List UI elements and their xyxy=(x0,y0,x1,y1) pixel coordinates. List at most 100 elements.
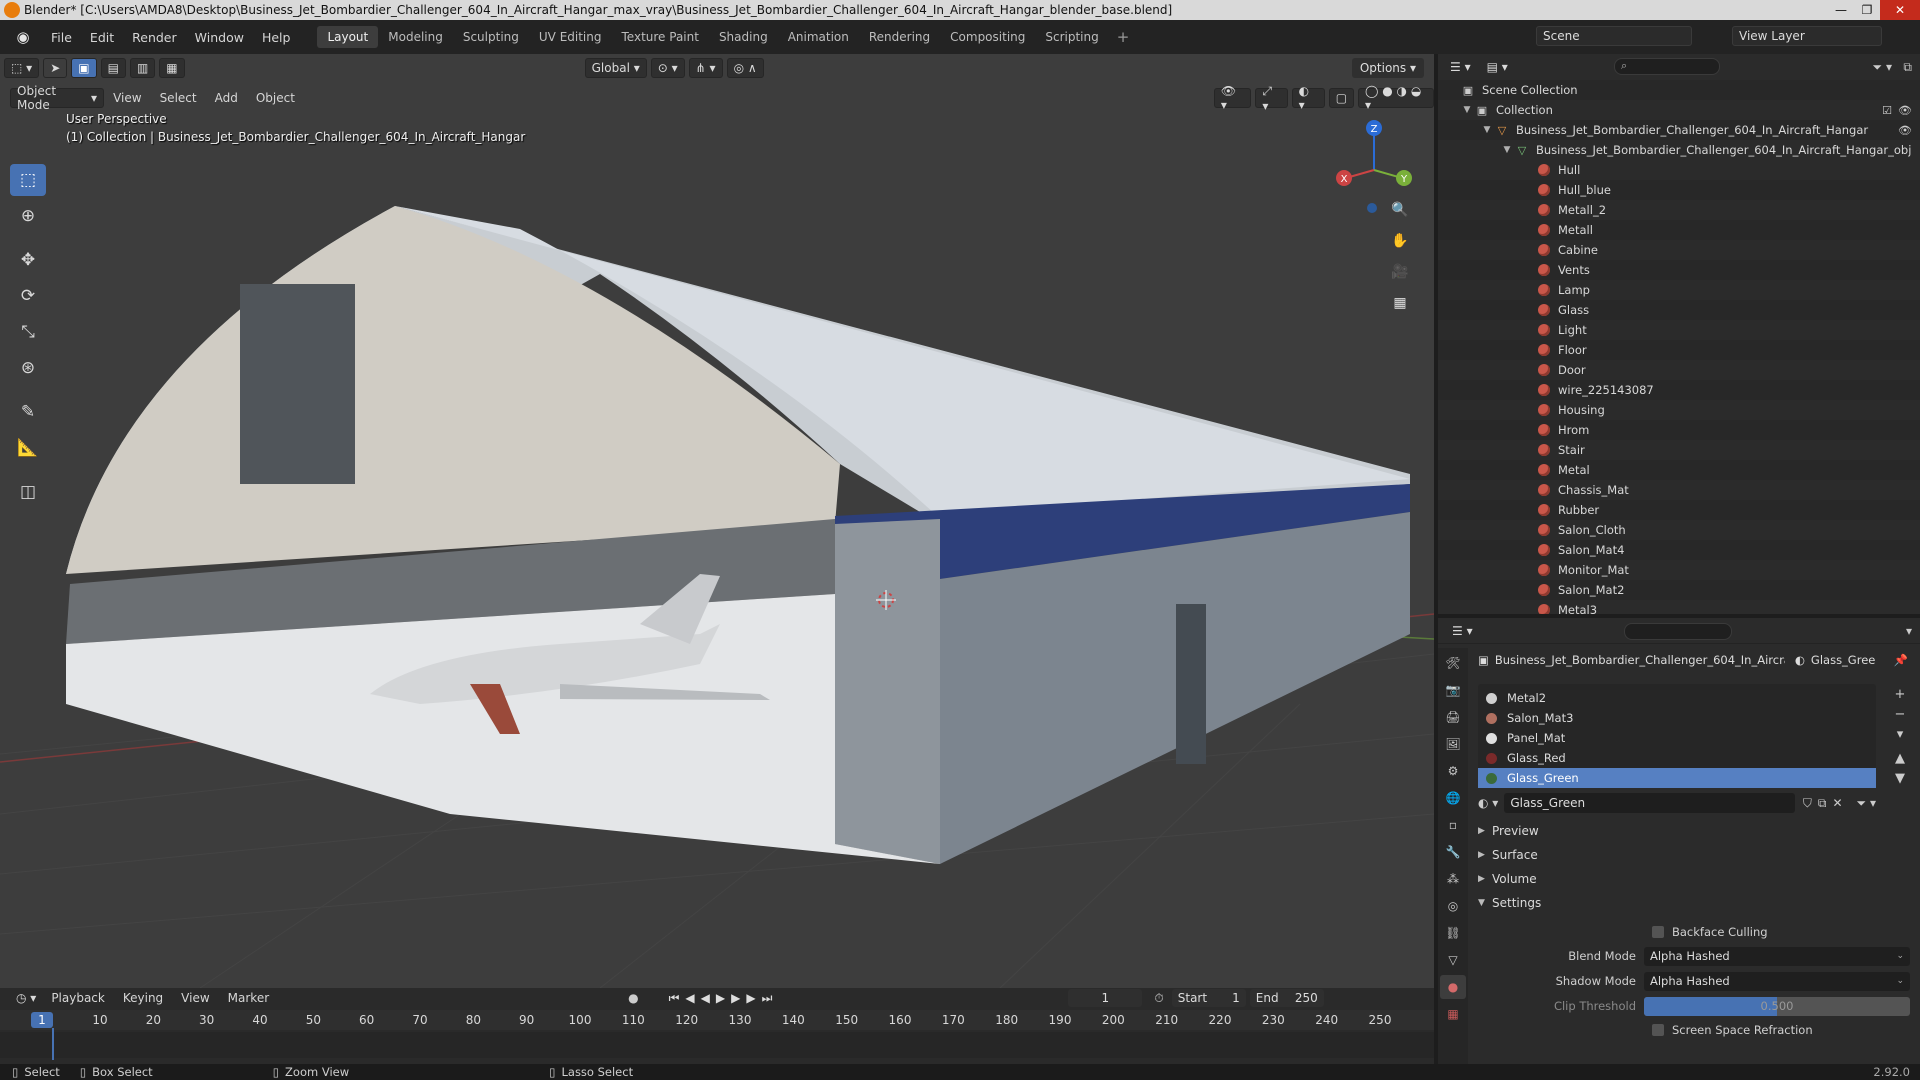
properties-editor-type-icon[interactable]: ☰ ▾ xyxy=(1446,621,1479,641)
select-box-tool-icon[interactable]: ⬚ xyxy=(10,164,46,196)
selection-mode-new-button[interactable]: ▣ xyxy=(71,58,97,78)
end-frame-field[interactable]: End 250 xyxy=(1249,989,1324,1007)
move-tool-icon[interactable]: ✥ xyxy=(10,244,46,276)
gizmo-toggle[interactable]: ⤢ ▾ xyxy=(1255,84,1288,113)
use-preview-range-icon[interactable]: ⏱ xyxy=(1154,991,1163,1006)
outliner-material-row[interactable]: Monitor_Mat xyxy=(1438,560,1920,580)
viewport-menu-view[interactable]: View xyxy=(104,91,150,105)
outliner-material-row[interactable]: Rubber xyxy=(1438,500,1920,520)
visibility-eye-icon[interactable]: 👁 xyxy=(1898,124,1912,137)
add-slot-button[interactable]: + xyxy=(1890,684,1910,704)
view-layer-tab-icon[interactable]: 🖼 xyxy=(1440,732,1466,756)
visibility-eye-icon[interactable]: 👁 xyxy=(1898,104,1912,117)
panel-volume[interactable]: ▶ Volume xyxy=(1478,868,1912,890)
record-icon[interactable]: ● xyxy=(628,991,638,1005)
outliner-material-row[interactable]: Lamp xyxy=(1438,280,1920,300)
tab-uv-editing[interactable]: UV Editing xyxy=(529,26,612,48)
overlay-toggle[interactable]: ◐ ▾ xyxy=(1291,84,1325,112)
filter-icon[interactable]: ⏷ ▾ xyxy=(1873,60,1892,75)
timeline-ruler[interactable]: 10 20 30 40 50 60 70 80 90 100 110 120 130 140 150 160 1… xyxy=(0,1010,1434,1030)
menu-render[interactable]: Render xyxy=(123,30,186,45)
selection-mode-subtract-button[interactable]: ▥ xyxy=(129,58,156,78)
move-slot-down-button[interactable]: ▼ xyxy=(1890,768,1910,788)
ssr-checkbox[interactable] xyxy=(1652,1024,1664,1036)
panel-settings[interactable]: ▼ Settings xyxy=(1478,892,1912,914)
outliner-material-row[interactable]: Metall xyxy=(1438,220,1920,240)
outliner-material-row[interactable]: wire_225143087 xyxy=(1438,380,1920,400)
timeline-editor-type-icon[interactable]: ◷ ▾ xyxy=(10,988,42,1008)
outliner-material-row[interactable]: Hrom xyxy=(1438,420,1920,440)
material-tab-icon[interactable]: ● xyxy=(1440,975,1466,999)
snap-toggle[interactable]: ⋔ ▾ xyxy=(688,58,723,78)
pivot-point-select[interactable]: ⊙ ▾ xyxy=(650,58,685,78)
material-slot[interactable]: Glass_Green xyxy=(1478,768,1876,788)
shading-mode-buttons[interactable]: ◯ ● ◑ ◒ ▾ xyxy=(1358,84,1434,112)
rotate-tool-icon[interactable]: ⟳ xyxy=(10,280,46,312)
outliner-material-row[interactable]: Vents xyxy=(1438,260,1920,280)
scene-tab-icon[interactable]: ⚙ xyxy=(1440,759,1466,783)
data-tab-icon[interactable]: ▽ xyxy=(1440,948,1466,972)
scene-selector[interactable]: Scene xyxy=(1536,26,1692,46)
playback-controls[interactable]: ⏮◀◀▶▶▶⏭ xyxy=(669,991,779,1006)
particles-tab-icon[interactable]: ⁂ xyxy=(1440,867,1466,891)
render-tab-icon[interactable]: 📷 xyxy=(1440,678,1466,702)
options-dropdown[interactable]: Options ▾ xyxy=(1351,58,1424,78)
collection-row[interactable]: ▼ ▣ Collection ☑ 👁 xyxy=(1438,100,1920,120)
shadow-mode-select[interactable]: Alpha Hashed ⌄ xyxy=(1644,971,1910,991)
outliner-material-row[interactable]: Metall_2 xyxy=(1438,200,1920,220)
constraints-tab-icon[interactable]: ⛓ xyxy=(1440,921,1466,945)
proportional-edit-toggle[interactable]: ◎ ∧ xyxy=(726,58,764,78)
timeline-menu-view[interactable]: View xyxy=(172,991,218,1005)
timeline-menu-playback[interactable]: Playback xyxy=(42,991,114,1005)
close-button[interactable]: ✕ xyxy=(1880,0,1920,20)
world-tab-icon[interactable]: 🌐 xyxy=(1440,786,1466,810)
maximize-button[interactable]: ❐ xyxy=(1854,0,1880,20)
tool-tab-icon[interactable]: 🛠 xyxy=(1440,651,1466,675)
modifier-tab-icon[interactable]: 🔧 xyxy=(1440,840,1466,864)
perspective-grid-icon[interactable]: ▦ xyxy=(1386,289,1414,317)
transform-orientation-select[interactable]: Global ▾ xyxy=(584,58,647,78)
scale-tool-icon[interactable]: ⤡ xyxy=(10,316,46,348)
viewport-menu-select[interactable]: Select xyxy=(151,91,206,105)
menu-help[interactable]: Help xyxy=(253,30,300,45)
material-slot[interactable]: Metal2 xyxy=(1478,688,1876,708)
timeline-menu-keying[interactable]: Keying xyxy=(114,991,172,1005)
viewport-menu-add[interactable]: Add xyxy=(206,91,247,105)
move-slot-up-button[interactable]: ▲ xyxy=(1890,748,1910,768)
tab-layout[interactable]: Layout xyxy=(317,26,379,48)
menu-file[interactable]: File xyxy=(42,30,81,45)
gizmo-neg-z-axis[interactable] xyxy=(1367,203,1377,213)
object-tab-icon[interactable]: ▫ xyxy=(1440,813,1466,837)
output-tab-icon[interactable]: 🖨 xyxy=(1440,705,1466,729)
blender-menu-icon[interactable]: ◉ xyxy=(10,24,36,50)
viewport-menu-object[interactable]: Object xyxy=(247,91,304,105)
unlink-material-icon[interactable]: ✕ xyxy=(1832,796,1842,810)
outliner-material-row[interactable]: Metal3 xyxy=(1438,600,1920,614)
material-name-field[interactable]: Glass_Green xyxy=(1504,793,1795,813)
tab-scripting[interactable]: Scripting xyxy=(1035,26,1108,48)
playhead-frame-label[interactable]: 1 xyxy=(31,1012,53,1028)
minimize-button[interactable]: — xyxy=(1828,0,1854,20)
properties-options-icon[interactable]: ▾ xyxy=(1906,624,1912,638)
exclude-checkbox-icon[interactable]: ☑ xyxy=(1882,104,1892,117)
outliner-material-row[interactable]: Door xyxy=(1438,360,1920,380)
editor-type-button[interactable]: ⬚ ▾ xyxy=(4,58,40,78)
tab-animation[interactable]: Animation xyxy=(778,26,859,48)
outliner-material-row[interactable]: Hull xyxy=(1438,160,1920,180)
timeline-menu-marker[interactable]: Marker xyxy=(219,991,278,1005)
new-collection-icon[interactable]: ⧉ xyxy=(1903,60,1912,75)
outliner-material-row[interactable]: Cabine xyxy=(1438,240,1920,260)
texture-tab-icon[interactable]: ▦ xyxy=(1440,1002,1466,1026)
outliner-material-row[interactable]: Hull_blue xyxy=(1438,180,1920,200)
physics-tab-icon[interactable]: ◎ xyxy=(1440,894,1466,918)
duplicate-material-icon[interactable]: ⧉ xyxy=(1818,796,1827,811)
visibility-toggle[interactable]: 👁 ▾ xyxy=(1213,84,1252,112)
transform-tool-icon[interactable]: ⊛ xyxy=(10,352,46,384)
material-slot[interactable]: Panel_Mat xyxy=(1478,728,1876,748)
material-slot[interactable]: Salon_Mat3 xyxy=(1478,708,1876,728)
cursor-tool-icon[interactable]: ⊕ xyxy=(10,200,46,232)
3d-viewport[interactable]: ⬚ ▾ ➤ ▣ ▤ ▥ ▦ Global ▾ ⊙ ▾ ⋔ ▾ ◎ ∧ Optio… xyxy=(0,54,1434,988)
backface-culling-row[interactable]: Backface Culling xyxy=(1470,922,1910,942)
annotate-tool-icon[interactable]: ✎ xyxy=(10,396,46,428)
object-mesh-row[interactable]: ▼ ▽ Business_Jet_Bombardier_Challenger_6… xyxy=(1438,140,1920,160)
